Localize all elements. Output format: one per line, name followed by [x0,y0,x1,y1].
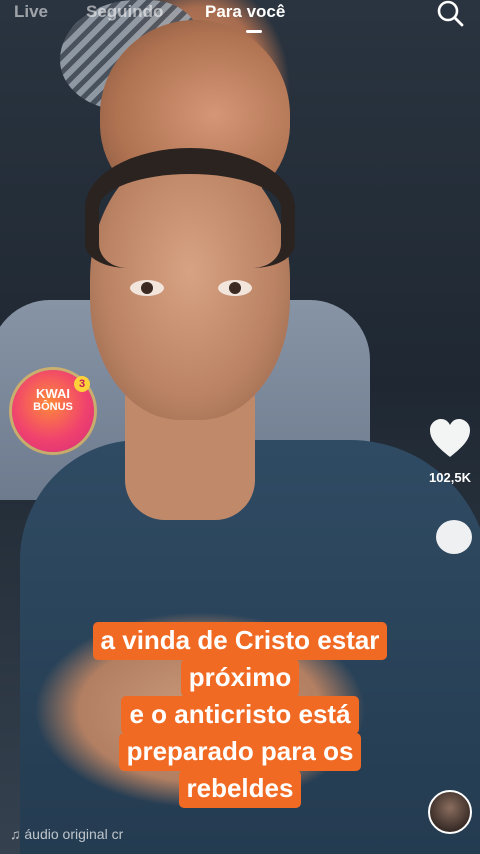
kwai-bonus-button[interactable]: KWAI BÔNUS 3 [12,370,94,452]
caption-line: a vinda de Cristo estar [92,622,388,660]
video-person-eye [130,280,164,296]
audio-text: áudio original cr [24,826,124,842]
comment-icon[interactable] [436,520,472,554]
tab-live[interactable]: Live [14,2,48,22]
search-button[interactable] [434,0,468,30]
tab-seguindo[interactable]: Seguindo [86,2,163,22]
bonus-label: BÔNUS [33,401,73,413]
tab-para-voce[interactable]: Para você [205,2,285,22]
caption-line: rebeldes [178,770,302,808]
like-button[interactable] [428,418,472,460]
audio-label[interactable]: ♫ áudio original cr [10,826,200,848]
active-tab-indicator [246,30,262,33]
caption-line: e o anticristo está [121,696,359,734]
music-note-icon: ♫ [10,826,21,842]
like-count: 102,5K [429,470,471,485]
video-person-hair [85,148,295,268]
caption-line: próximo [180,659,300,697]
bonus-badge: 3 [74,376,90,392]
heart-icon [430,419,470,457]
caption-line: preparado para os [118,733,362,771]
search-icon [437,0,464,27]
caption-overlay: a vinda de Cristo estar próximo e o anti… [0,622,480,808]
video-feed-screen[interactable]: Live Seguindo Para você KWAI BÔNUS 3 102… [0,0,480,854]
video-person-eye [218,280,252,296]
top-navigation: Live Seguindo Para você [0,0,480,34]
creator-avatar[interactable] [428,790,472,834]
